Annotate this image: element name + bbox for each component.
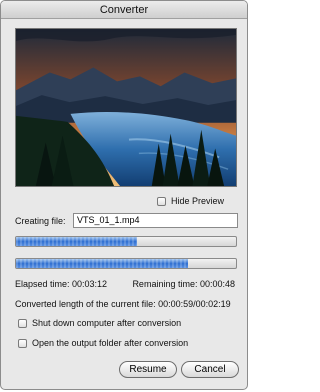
elapsed-time: Elapsed time: 00:03:12 — [15, 279, 108, 289]
hide-preview-checkbox[interactable] — [157, 197, 166, 206]
creating-file-label: Creating file: — [15, 216, 66, 226]
converter-window: Converter Hide Preview Creating file: VT… — [0, 0, 248, 390]
file-progress-fill — [16, 237, 137, 246]
hide-preview-label: Hide Preview — [171, 196, 225, 206]
remaining-time: Remaining time: 00:00:48 — [132, 279, 235, 289]
resume-button[interactable]: Resume — [119, 361, 177, 378]
preview-landscape-image — [16, 29, 236, 186]
total-progress-fill — [16, 259, 188, 268]
file-progress-bar — [15, 236, 237, 247]
total-progress-bar — [15, 258, 237, 269]
video-preview — [15, 28, 237, 187]
window-title: Converter — [1, 1, 247, 19]
shutdown-checkbox[interactable] — [18, 319, 27, 328]
creating-file-field[interactable]: VTS_01_1.mp4 — [73, 213, 238, 228]
converted-length: Converted length of the current file: 00… — [15, 299, 231, 309]
shutdown-label: Shut down computer after conversion — [32, 318, 182, 328]
open-folder-label: Open the output folder after conversion — [32, 338, 189, 348]
cancel-button[interactable]: Cancel — [181, 361, 239, 378]
open-folder-checkbox[interactable] — [18, 339, 27, 348]
